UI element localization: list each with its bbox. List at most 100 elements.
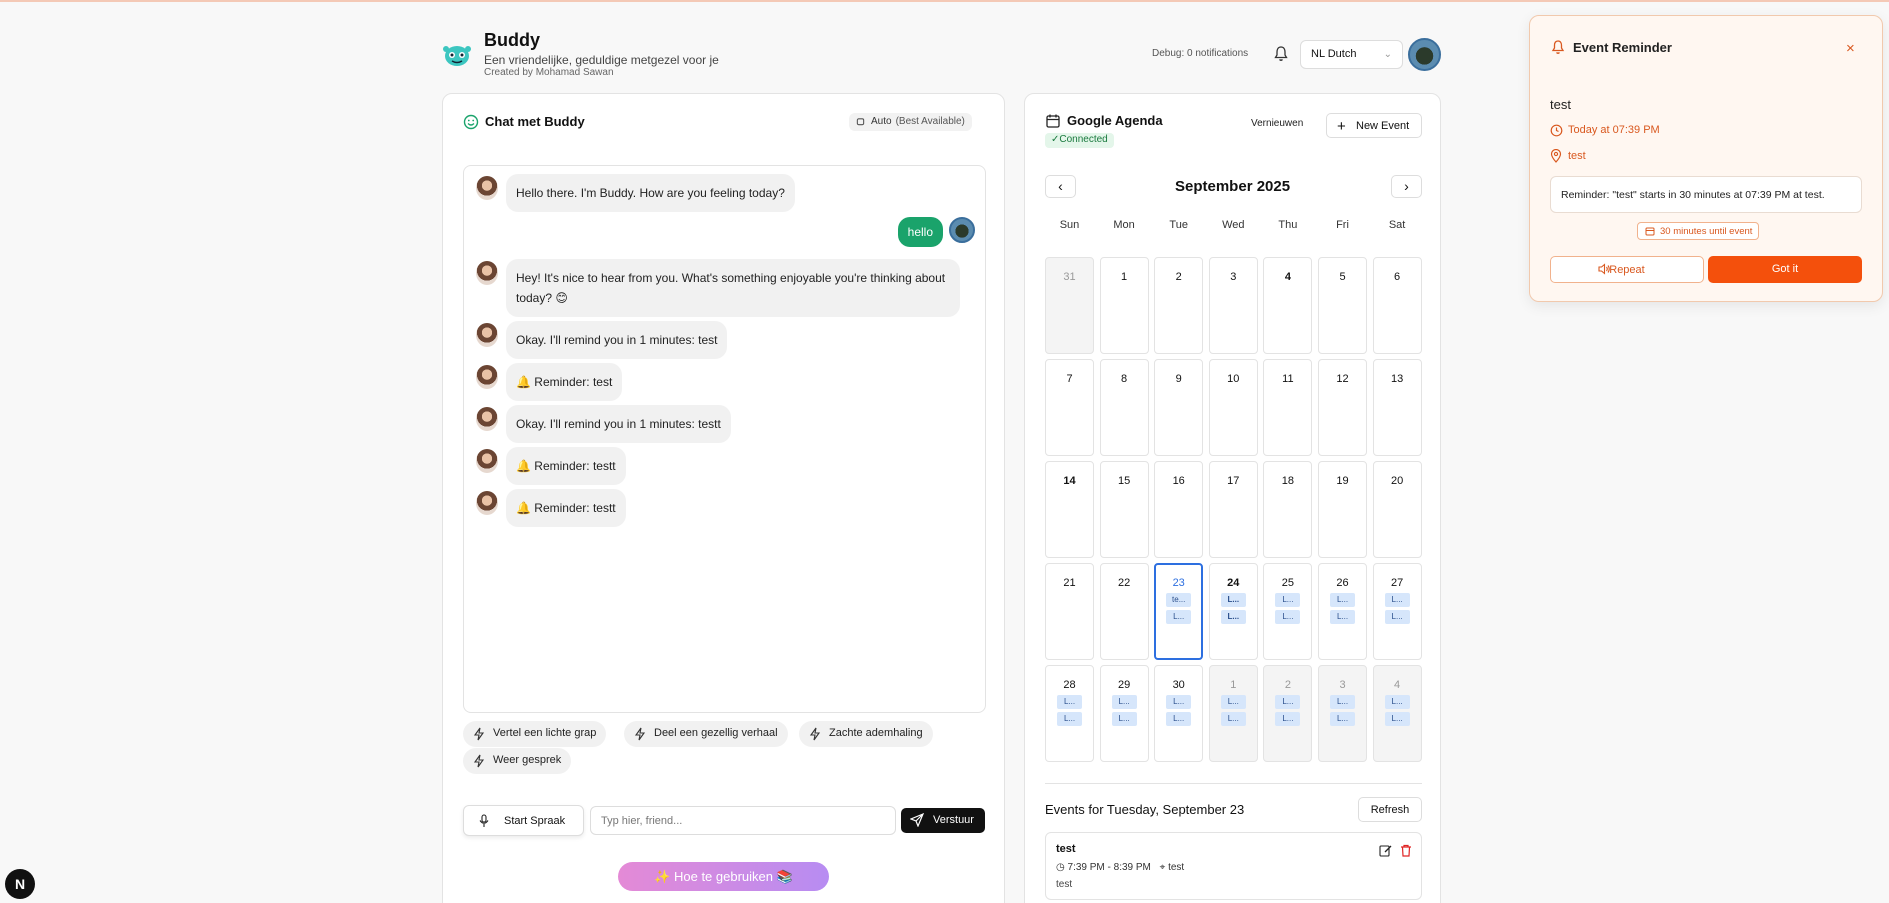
repeat-button[interactable]: Repeat <box>1550 256 1704 283</box>
calendar-day[interactable]: 3 L... L... <box>1318 665 1367 762</box>
calendar-event-chip[interactable]: L... <box>1220 610 1246 624</box>
clock-icon <box>1550 124 1563 137</box>
calendar-day[interactable]: 14 <box>1045 461 1094 558</box>
calendar-day[interactable]: 19 <box>1318 461 1367 558</box>
calendar-day[interactable]: 31 <box>1045 257 1094 354</box>
model-selector[interactable]: Auto (Best Available) <box>849 113 972 131</box>
calendar-day[interactable]: 1 <box>1099 257 1149 354</box>
got-it-button[interactable]: Got it <box>1708 256 1862 283</box>
bot-message: Okay. I'll remind you in 1 minutes: test… <box>476 405 731 443</box>
calendar-panel: Google Agenda ✓Connected Vernieuwen + Ne… <box>1024 93 1441 903</box>
calendar-day[interactable]: 5 <box>1318 257 1367 354</box>
calendar-event-chip[interactable]: L... <box>1166 712 1192 726</box>
calendar-day[interactable]: 12 <box>1318 359 1367 456</box>
calendar-event-chip[interactable]: L... <box>1330 610 1355 624</box>
suggestion-label: Deel een gezellig verhaal <box>654 727 778 739</box>
calendar-day[interactable]: 9 <box>1154 359 1204 456</box>
send-button[interactable]: Verstuur <box>901 808 985 833</box>
close-icon[interactable]: × <box>1846 40 1855 57</box>
calendar-day[interactable]: 21 <box>1045 563 1094 660</box>
event-card[interactable]: test ◷ 7:39 PM - 8:39 PM ⌖ test test <box>1045 832 1422 900</box>
refresh-link[interactable]: Vernieuwen <box>1251 118 1303 129</box>
how-to-use-button[interactable]: ✨ Hoe te gebruiken 📚 <box>618 862 829 891</box>
message-list[interactable]: Hello there. I'm Buddy. How are you feel… <box>463 165 986 713</box>
calendar-day[interactable]: 20 <box>1372 461 1422 558</box>
message-input[interactable] <box>590 806 896 835</box>
buddy-avatar <box>476 491 498 515</box>
calendar-day[interactable]: 8 <box>1099 359 1149 456</box>
countdown-badge: 30 minutes until event <box>1637 222 1760 240</box>
calendar-day[interactable]: 22 <box>1099 563 1149 660</box>
calendar-day[interactable]: 28 L... L... <box>1045 665 1094 762</box>
calendar-event-chip[interactable]: L... <box>1275 593 1301 607</box>
day-number: 2 <box>1284 679 1291 691</box>
calendar-day[interactable]: 27 L... L... <box>1372 563 1422 660</box>
next-month-button[interactable]: › <box>1391 175 1422 198</box>
suggestion-chip[interactable]: Vertel een lichte grap <box>463 721 607 747</box>
day-number: 3 <box>1339 679 1346 691</box>
day-number: 27 <box>1390 577 1404 589</box>
edit-icon[interactable] <box>1379 844 1392 857</box>
previous-month-button[interactable]: ‹ <box>1045 175 1076 198</box>
notification-bell-icon[interactable] <box>1272 45 1290 63</box>
suggestion-chip[interactable]: Weer gesprek <box>463 748 572 774</box>
dev-tools-badge[interactable]: N <box>5 869 35 899</box>
calendar-event-chip[interactable]: L... <box>1220 695 1246 709</box>
suggestion-chip[interactable]: Zachte ademhaling <box>799 721 933 747</box>
calendar-event-chip[interactable]: L... <box>1275 712 1301 726</box>
calendar-day[interactable]: 26 L... L... <box>1318 563 1367 660</box>
start-voice-button[interactable]: Start Spraak <box>463 805 584 836</box>
calendar-event-chip[interactable]: L... <box>1057 712 1082 726</box>
suggestion-label: Zachte ademhaling <box>829 727 923 739</box>
calendar-day[interactable]: 2 <box>1154 257 1204 354</box>
calendar-day[interactable]: 18 <box>1263 461 1313 558</box>
calendar-day[interactable]: 25 L... L... <box>1263 563 1313 660</box>
calendar-day-today[interactable]: 23 te... L... <box>1154 563 1204 660</box>
bell-icon <box>1551 40 1565 54</box>
calendar-event-chip[interactable]: L... <box>1220 712 1246 726</box>
calendar-day[interactable]: 7 <box>1045 359 1094 456</box>
calendar-event-chip[interactable]: L... <box>1330 712 1355 726</box>
event-reminder-popup: Event Reminder × test Today at 07:39 PM … <box>1529 15 1883 302</box>
calendar-day[interactable]: 16 <box>1154 461 1204 558</box>
calendar-event-chip[interactable]: L... <box>1166 610 1192 624</box>
calendar-event-chip[interactable]: L... <box>1111 695 1137 709</box>
trash-icon[interactable] <box>1400 844 1412 857</box>
calendar-day[interactable]: 13 <box>1372 359 1422 456</box>
calendar-event-chip[interactable]: te... <box>1166 593 1192 607</box>
calendar-event-chip[interactable]: L... <box>1384 712 1410 726</box>
calendar-day[interactable]: 15 <box>1099 461 1149 558</box>
calendar-day[interactable]: 2 L... L... <box>1263 665 1313 762</box>
calendar-day[interactable]: 11 <box>1263 359 1313 456</box>
calendar-day[interactable]: 24 L... L... <box>1208 563 1258 660</box>
calendar-day[interactable]: 30 L... L... <box>1154 665 1204 762</box>
calendar-day[interactable]: 4 L... L... <box>1372 665 1422 762</box>
calendar-event-chip[interactable]: L... <box>1330 593 1355 607</box>
language-select[interactable]: NL Dutch ⌄ <box>1300 40 1403 69</box>
calendar-event-chip[interactable]: L... <box>1275 695 1301 709</box>
calendar-event-chip[interactable]: L... <box>1330 695 1355 709</box>
calendar-event-chip[interactable]: L... <box>1057 695 1082 709</box>
calendar-event-chip[interactable]: L... <box>1275 610 1301 624</box>
chevron-right-icon: › <box>1404 178 1409 194</box>
calendar-event-chip[interactable]: L... <box>1384 593 1410 607</box>
event-meta: ◷ 7:39 PM - 8:39 PM ⌖ test <box>1056 862 1184 873</box>
calendar-day[interactable]: 10 <box>1208 359 1258 456</box>
events-refresh-button[interactable]: Refresh <box>1358 797 1422 822</box>
user-avatar[interactable] <box>1408 38 1441 71</box>
calendar-event-chip[interactable]: L... <box>1220 593 1246 607</box>
calendar-event-chip[interactable]: L... <box>1384 695 1410 709</box>
calendar-event-chip[interactable]: L... <box>1166 695 1192 709</box>
suggestion-chip[interactable]: Deel een gezellig verhaal <box>624 721 788 747</box>
new-event-button[interactable]: + New Event <box>1326 113 1422 138</box>
day-number: 15 <box>1117 475 1131 487</box>
calendar-event-chip[interactable]: L... <box>1111 712 1137 726</box>
calendar-day[interactable]: 6 <box>1372 257 1422 354</box>
calendar-day[interactable]: 4 <box>1263 257 1313 354</box>
calendar-day[interactable]: 3 <box>1208 257 1258 354</box>
calendar-event-chip[interactable]: L... <box>1384 610 1410 624</box>
calendar-day[interactable]: 1 L... L... <box>1208 665 1258 762</box>
event-title: test <box>1056 843 1076 855</box>
calendar-day[interactable]: 29 L... L... <box>1099 665 1149 762</box>
calendar-day[interactable]: 17 <box>1208 461 1258 558</box>
